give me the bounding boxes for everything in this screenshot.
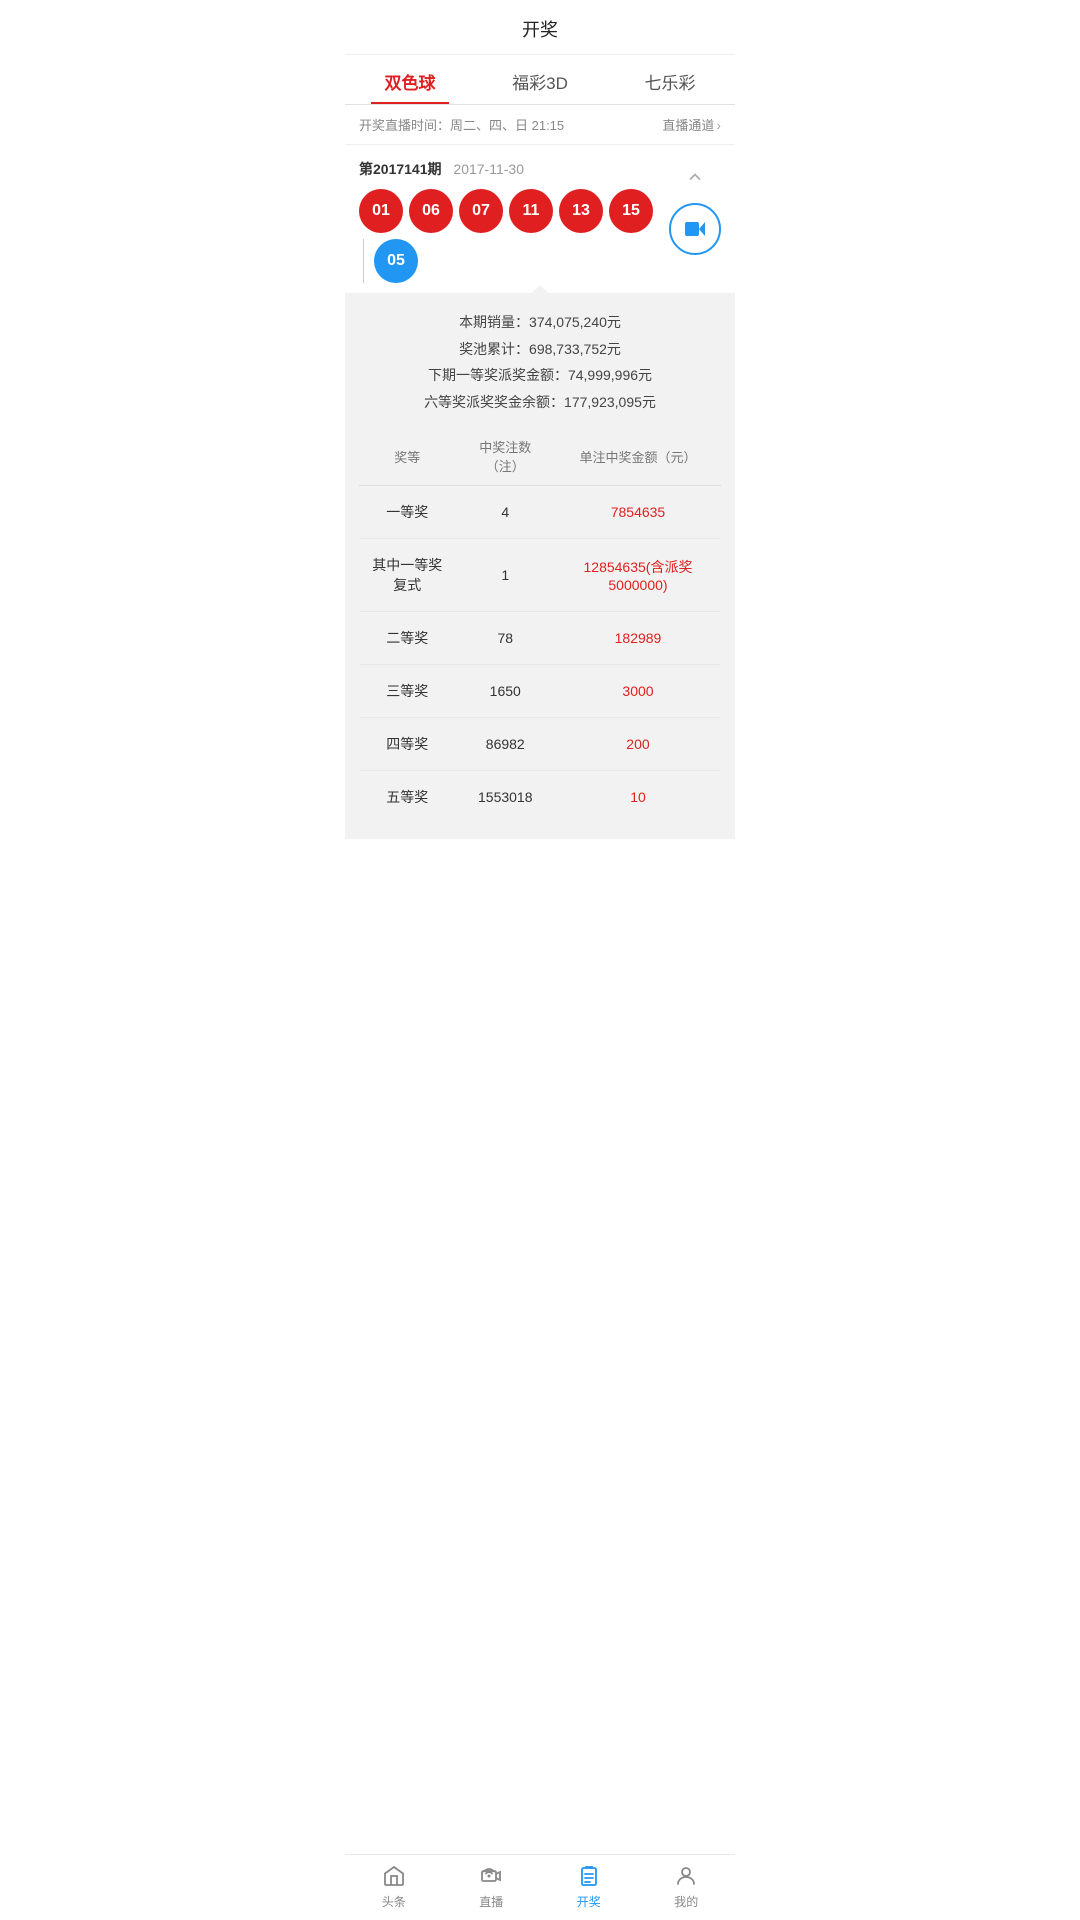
broadcast-bar: 开奖直播时间：周二、四、日 21:15 直播通道 › <box>345 105 735 145</box>
table-row: 一等奖47854635 <box>359 486 721 539</box>
red-ball-6: 15 <box>609 189 653 233</box>
draw-section: 第2017141期 2017-11-30 01 06 07 11 13 15 0… <box>345 145 735 283</box>
clipboard-icon <box>576 1863 602 1889</box>
sales-info: 本期销量：374,075,240元 奖池累计：698,733,752元 下期一等… <box>359 309 721 415</box>
broadcast-icon <box>478 1863 504 1889</box>
red-ball-4: 11 <box>509 189 553 233</box>
table-row: 五等奖155301810 <box>359 771 721 824</box>
table-row: 其中一等奖复式112854635(含派奖5000000) <box>359 539 721 612</box>
prize-count: 78 <box>456 612 555 665</box>
table-row: 三等奖16503000 <box>359 665 721 718</box>
sales-line-3: 下期一等奖派奖金额：74,999,996元 <box>359 362 721 389</box>
prize-name: 五等奖 <box>359 771 456 824</box>
draw-info: 第2017141期 2017-11-30 01 06 07 11 13 15 0… <box>359 159 659 283</box>
draw-controls <box>669 159 721 255</box>
period-date: 2017-11-30 <box>453 161 524 177</box>
tab-bar: 双色球 福彩3D 七乐彩 <box>345 55 735 105</box>
period-number: 第2017141期 <box>359 161 442 177</box>
sales-line-4: 六等奖派奖奖金余额：177,923,095元 <box>359 389 721 416</box>
details-panel: 本期销量：374,075,240元 奖池累计：698,733,752元 下期一等… <box>345 293 735 839</box>
broadcast-link[interactable]: 直播通道 › <box>662 115 721 134</box>
prize-count: 86982 <box>456 718 555 771</box>
prize-amount: 200 <box>555 718 721 771</box>
col-header-amount: 单注中奖金额（元） <box>555 427 721 486</box>
nav-wode-label: 我的 <box>674 1893 698 1910</box>
tab-shuangseqiu[interactable]: 双色球 <box>345 55 475 104</box>
prize-name: 其中一等奖复式 <box>359 539 456 612</box>
balls-row: 01 06 07 11 13 15 05 <box>359 189 659 283</box>
table-row: 二等奖78182989 <box>359 612 721 665</box>
nav-zhibo[interactable]: 直播 <box>443 1855 541 1920</box>
prize-name: 一等奖 <box>359 486 456 539</box>
prize-amount: 10 <box>555 771 721 824</box>
nav-wode[interactable]: 我的 <box>638 1855 736 1920</box>
col-header-count: 中奖注数（注） <box>456 427 555 486</box>
ball-divider <box>363 239 364 283</box>
nav-toutiao-label: 头条 <box>382 1893 406 1910</box>
draw-period: 第2017141期 2017-11-30 <box>359 159 659 179</box>
bottom-nav: 头条 直播 开奖 <box>345 1854 735 1920</box>
prize-amount: 182989 <box>555 612 721 665</box>
home-icon <box>381 1863 407 1889</box>
prize-amount: 3000 <box>555 665 721 718</box>
prize-name: 三等奖 <box>359 665 456 718</box>
red-ball-2: 06 <box>409 189 453 233</box>
col-header-prize: 奖等 <box>359 427 456 486</box>
table-row: 四等奖86982200 <box>359 718 721 771</box>
prize-amount: 12854635(含派奖5000000) <box>555 539 721 612</box>
sales-line-1: 本期销量：374,075,240元 <box>359 309 721 336</box>
prize-count: 4 <box>456 486 555 539</box>
page-title: 开奖 <box>522 20 558 40</box>
nav-kaijang-label: 开奖 <box>577 1893 601 1910</box>
page-header: 开奖 <box>345 0 735 55</box>
red-ball-5: 13 <box>559 189 603 233</box>
nav-toutiao[interactable]: 头条 <box>345 1855 443 1920</box>
red-ball-3: 07 <box>459 189 503 233</box>
sales-line-2: 奖池累计：698,733,752元 <box>359 336 721 363</box>
video-button[interactable] <box>669 203 721 255</box>
blue-ball: 05 <box>374 239 418 283</box>
prize-amount: 7854635 <box>555 486 721 539</box>
prize-name: 二等奖 <box>359 612 456 665</box>
nav-kaijang[interactable]: 开奖 <box>540 1855 638 1920</box>
tab-qilecai[interactable]: 七乐彩 <box>605 55 735 104</box>
red-ball-1: 01 <box>359 189 403 233</box>
prize-count: 1553018 <box>456 771 555 824</box>
user-icon <box>673 1863 699 1889</box>
tab-fucai3d[interactable]: 福彩3D <box>475 55 605 104</box>
chevron-right-icon: › <box>716 117 721 133</box>
prize-name: 四等奖 <box>359 718 456 771</box>
prize-table: 奖等 中奖注数（注） 单注中奖金额（元） 一等奖47854635其中一等奖复式1… <box>359 427 721 823</box>
nav-zhibo-label: 直播 <box>479 1893 503 1910</box>
broadcast-schedule: 开奖直播时间：周二、四、日 21:15 <box>359 115 564 134</box>
prize-count: 1 <box>456 539 555 612</box>
prize-count: 1650 <box>456 665 555 718</box>
collapse-button[interactable] <box>677 159 713 195</box>
